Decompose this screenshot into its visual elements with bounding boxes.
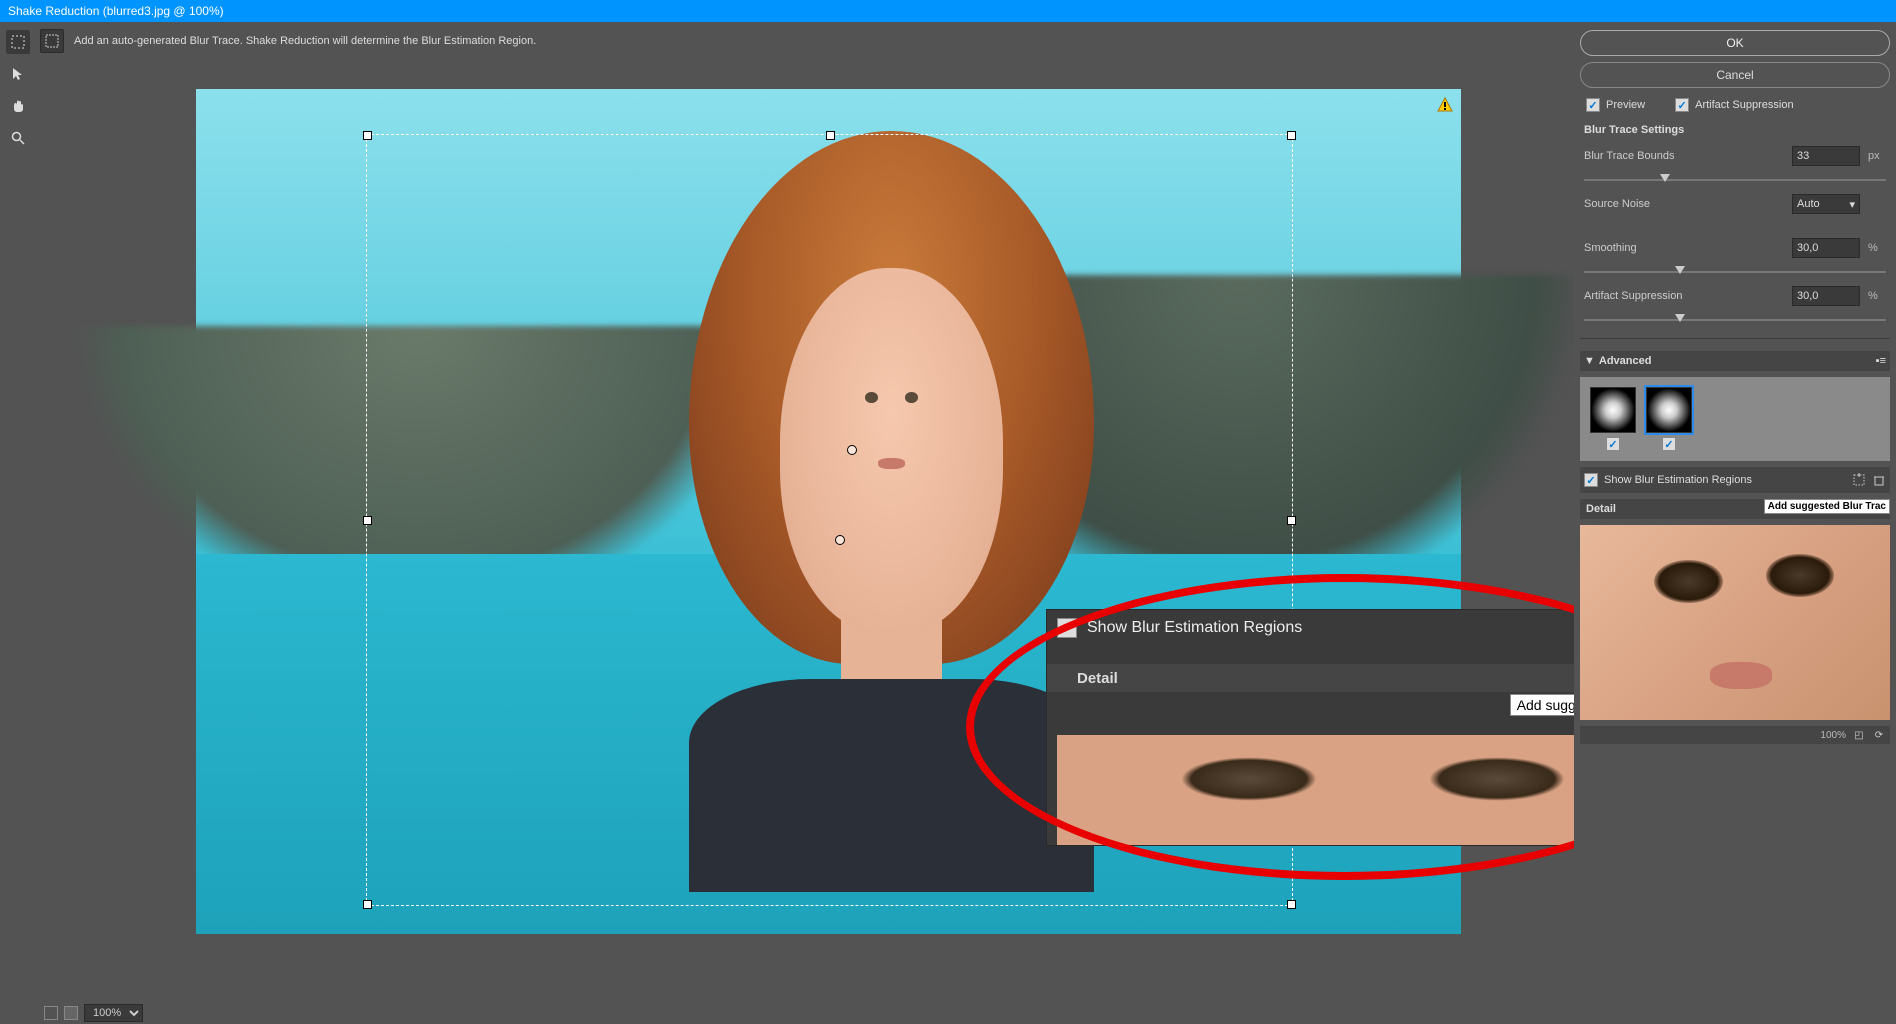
inset-show-regions-label: Show Blur Estimation Regions [1087,619,1574,637]
blur-trace-check-1[interactable]: ✓ [1606,437,1620,451]
detail-tooltip: Add suggested Blur Trac [1764,499,1890,514]
show-regions-label: Show Blur Estimation Regions [1604,474,1846,486]
artifact-unit: % [1868,290,1886,302]
tool-column [0,22,36,1024]
smoothing-label: Smoothing [1584,242,1784,254]
bounds-field[interactable] [1792,146,1860,166]
trace-center-marker[interactable] [847,445,857,455]
hint-bar: Add an auto-generated Blur Trace. Shake … [40,28,1566,54]
resize-handle-sw[interactable] [363,900,372,909]
canvas-area[interactable]: ✓ Show Blur Estimation Regions Detail Ad… [36,54,1574,1002]
detail-label: Detail [1586,503,1616,515]
panel-menu-icon[interactable]: ▪≡ [1876,355,1886,367]
blur-trace-strip: ✓ ✓ [1580,377,1890,461]
window-titlebar: Shake Reduction (blurred3.jpg @ 100%) [0,0,1896,22]
status-bar: 100% [36,1002,1574,1024]
inset-detail-label: Detail [1077,670,1118,687]
reset-loupe-icon[interactable]: ⟳ [1872,728,1886,742]
blur-trace-check-2[interactable]: ✓ [1662,437,1676,451]
actual-pixels-icon[interactable] [64,1006,78,1020]
detail-zoom-label: 100% [1820,730,1846,741]
resize-handle-ne[interactable] [1287,131,1296,140]
hint-text: Add an auto-generated Blur Trace. Shake … [74,35,536,47]
artifact-slider[interactable] [1584,314,1886,326]
resize-handle-se[interactable] [1287,900,1296,909]
blur-trace-thumb-2[interactable] [1646,387,1692,433]
resize-handle-n[interactable] [826,131,835,140]
trace-center-marker[interactable] [835,535,845,545]
advanced-label: Advanced [1599,355,1652,367]
resize-handle-w[interactable] [363,516,372,525]
delete-blur-trace-icon[interactable] [1872,473,1886,487]
artifact-field[interactable] [1792,286,1860,306]
hand-tool[interactable] [6,94,30,118]
bounds-unit: px [1868,150,1886,162]
blur-trace-settings-header: Blur Trace Settings [1580,122,1890,138]
ok-button[interactable]: OK [1580,30,1890,56]
advanced-header[interactable]: ▼ Advanced ▪≡ [1580,351,1890,371]
resize-handle-nw[interactable] [363,131,372,140]
resize-handle-e[interactable] [1287,516,1296,525]
warning-icon [1437,97,1453,113]
add-blur-trace-hint-icon[interactable] [40,29,64,53]
detail-loupe-image[interactable] [1580,525,1890,720]
artifact-suppression-label: Artifact Suppression [1695,99,1793,111]
smoothing-slider[interactable] [1584,266,1886,278]
disclosure-triangle-icon: ▼ [1584,355,1595,367]
cancel-button[interactable]: Cancel [1580,62,1890,88]
magnified-inset: ✓ Show Blur Estimation Regions Detail Ad… [1046,609,1574,846]
chevron-down-icon: ▾ [1849,198,1855,211]
marquee-tool[interactable] [6,30,30,54]
fit-screen-icon[interactable] [44,1006,58,1020]
preview-checkbox[interactable]: ✓ Preview [1586,98,1645,112]
blur-trace-thumb-1[interactable] [1590,387,1636,433]
artifact-label: Artifact Suppression [1584,290,1784,302]
artifact-suppression-checkbox[interactable]: ✓ Artifact Suppression [1675,98,1793,112]
add-suggested-blur-trace-icon[interactable] [1852,473,1866,487]
preview-label: Preview [1606,99,1645,111]
inset-detail-image [1057,735,1574,845]
detail-header: Detail Add suggested Blur Trac [1580,499,1890,519]
smoothing-unit: % [1868,242,1886,254]
source-noise-label: Source Noise [1584,198,1784,210]
inset-show-regions-checkbox[interactable]: ✓ [1057,618,1077,638]
window-title: Shake Reduction (blurred3.jpg @ 100%) [8,4,224,18]
show-regions-checkbox[interactable]: ✓ [1584,473,1598,487]
zoom-select[interactable]: 100% [84,1004,143,1022]
settings-panel: OK Cancel ✓ Preview ✓ Artifact Suppressi… [1574,22,1896,1024]
source-noise-select[interactable]: Auto ▾ [1792,194,1860,214]
bounds-slider[interactable] [1584,174,1886,186]
zoom-tool[interactable] [6,126,30,150]
pointer-tool[interactable] [6,62,30,86]
bounds-label: Blur Trace Bounds [1584,150,1784,162]
inset-tooltip: Add suggested Blur Trac [1510,694,1574,716]
smoothing-field[interactable] [1792,238,1860,258]
undock-loupe-icon[interactable]: ◰ [1852,728,1866,742]
